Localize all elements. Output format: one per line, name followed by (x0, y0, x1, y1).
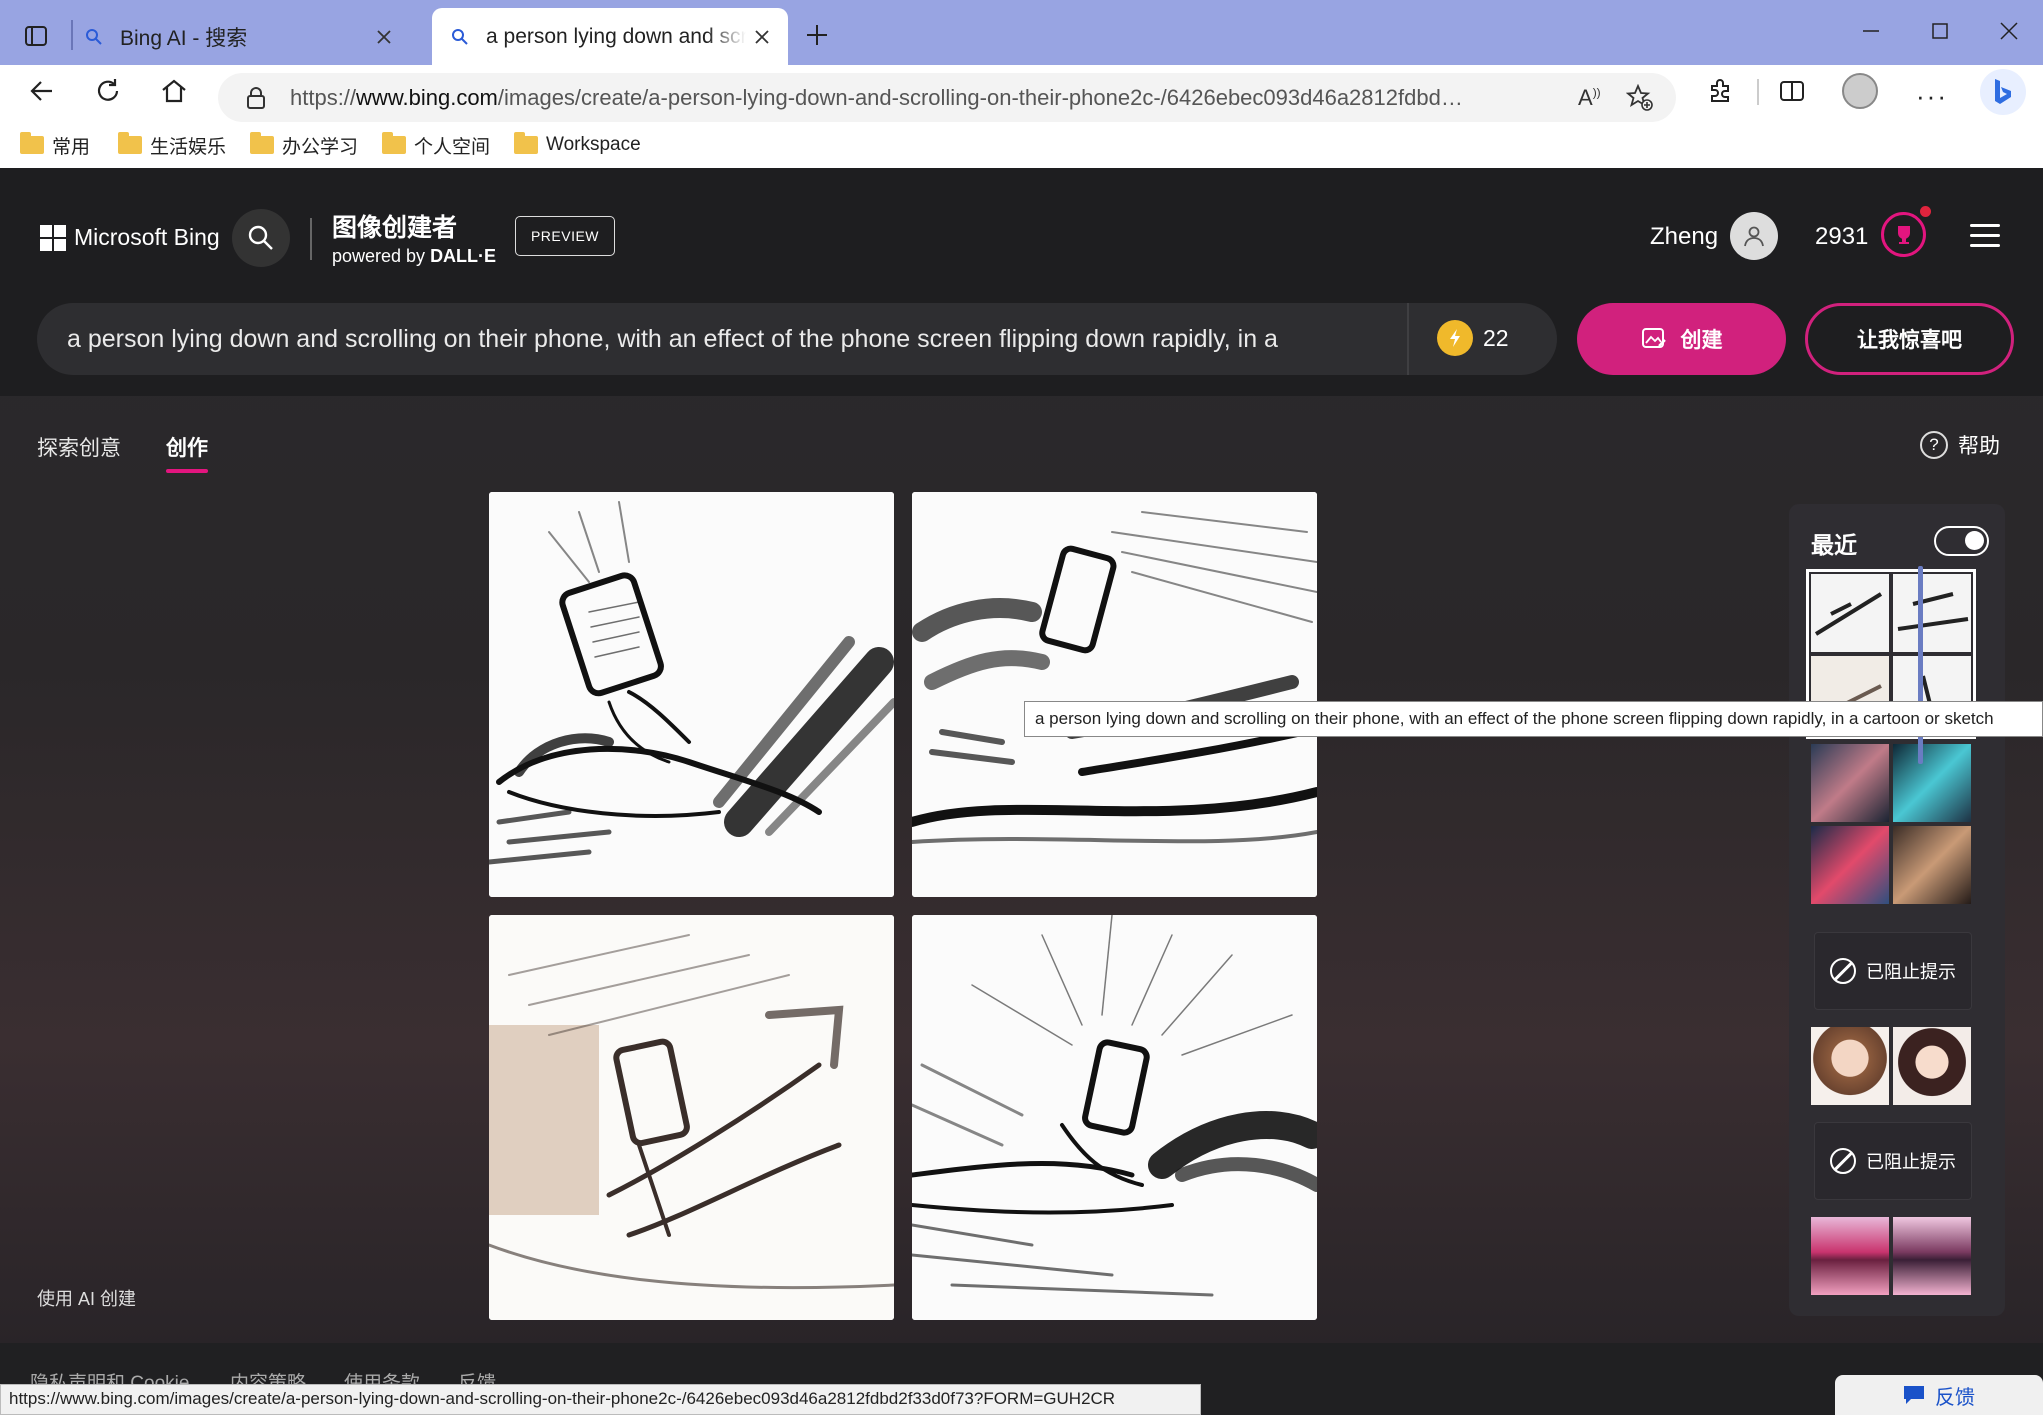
generated-image-4[interactable] (912, 915, 1317, 1320)
page-title: 图像创建者 powered by DALL·E (332, 214, 497, 266)
rewards-points[interactable]: 2931 (1815, 223, 1868, 251)
search-icon (248, 225, 273, 250)
generated-image-1[interactable] (489, 492, 894, 897)
browser-tab-strip: Bing AI - 搜索 a person lying down and scr… (0, 0, 2043, 73)
blocked-prompt-card[interactable]: 已阻止提示 (1814, 932, 1972, 1010)
window-close-icon[interactable] (2000, 22, 2018, 40)
recent-thumbnail (1893, 744, 1971, 822)
blocked-prompt-card[interactable]: 已阻止提示 (1814, 1122, 1972, 1200)
url-text[interactable]: https://www.bing.com/images/create/a-per… (290, 85, 1470, 111)
create-button[interactable]: 创建 (1577, 303, 1786, 375)
search-icon (452, 28, 468, 45)
close-icon[interactable] (376, 29, 392, 45)
recent-thumbnail (1811, 1217, 1889, 1295)
bing-chat-icon[interactable] (1980, 69, 2026, 115)
folder-icon (382, 132, 406, 154)
browser-toolbar: https://www.bing.com/images/create/a-per… (0, 65, 2043, 178)
prompt-text[interactable]: a person lying down and scrolling on the… (67, 325, 1367, 354)
notification-dot (1920, 206, 1931, 217)
folder-icon (514, 132, 538, 154)
person-icon (1744, 226, 1764, 247)
recent-thumbnail (1893, 1217, 1971, 1295)
search-button[interactable] (232, 209, 290, 267)
folder-icon (118, 132, 142, 154)
recent-sidebar: 最近 已阻止提示 已阻止提示 (1789, 504, 2005, 1316)
microsoft-bing-logo[interactable]: Microsoft Bing (40, 224, 220, 251)
blocked-icon (1830, 1148, 1856, 1174)
maximize-icon[interactable] (1931, 22, 1949, 40)
tab-current[interactable]: a person lying down and scrolling (432, 8, 788, 65)
address-bar[interactable]: https://www.bing.com/images/create/a-per… (218, 73, 1676, 122)
feedback-icon (1904, 1386, 1924, 1404)
boost-coin-icon (1437, 320, 1473, 356)
prompt-tooltip: a person lying down and scrolling on the… (1024, 701, 2043, 737)
rewards-trophy-icon[interactable] (1881, 212, 1926, 257)
recent-thumbnail-group[interactable] (1811, 744, 1971, 904)
boost-counter: 22 (1437, 320, 1509, 356)
surprise-me-button[interactable]: 让我惊喜吧 (1805, 303, 2014, 375)
recent-title: 最近 (1811, 532, 1857, 558)
search-icon (86, 28, 102, 45)
hamburger-menu-icon[interactable] (1970, 224, 2000, 254)
recent-toggle[interactable] (1934, 526, 1989, 556)
more-icon[interactable]: ··· (1916, 81, 1948, 112)
image-create-icon (1641, 328, 1666, 348)
active-tab-indicator (166, 469, 208, 473)
recent-thumbnail (1811, 1027, 1889, 1105)
recent-thumbnail (1893, 826, 1971, 904)
back-icon[interactable] (28, 77, 56, 105)
blocked-icon (1830, 958, 1856, 984)
minimize-icon[interactable] (1862, 22, 1880, 40)
help-icon: ? (1920, 431, 1948, 459)
preview-badge: PREVIEW (515, 216, 615, 256)
recent-thumbnail (1811, 744, 1889, 822)
tab-title: Bing AI - 搜索 (120, 26, 248, 50)
bookmark-folder[interactable]: Workspace (514, 127, 641, 163)
split-screen-icon[interactable] (1778, 77, 1806, 105)
user-name[interactable]: Zheng (1650, 223, 1718, 251)
close-icon[interactable] (754, 29, 770, 45)
help-link[interactable]: ? 帮助 (1920, 430, 2000, 460)
recent-thumbnail (1811, 826, 1889, 904)
new-tab-icon[interactable] (806, 24, 828, 46)
tab-creations[interactable]: 创作 (166, 432, 208, 462)
tab-bing-ai[interactable]: Bing AI - 搜索 (84, 8, 424, 65)
tab-explore[interactable]: 探索创意 (37, 432, 121, 462)
ai-note: 使用 AI 创建 (37, 1289, 137, 1309)
home-icon[interactable] (160, 77, 188, 105)
add-favorite-icon[interactable] (1626, 84, 1654, 112)
read-aloud-icon[interactable]: A)) (1578, 85, 1601, 111)
recent-thumbnail (1811, 574, 1889, 652)
tab-actions-icon[interactable] (24, 24, 48, 48)
tab-title: a person lying down and scrolling (486, 24, 746, 48)
extensions-icon[interactable] (1706, 77, 1734, 105)
refresh-icon[interactable] (94, 77, 122, 105)
folder-icon (20, 132, 44, 154)
site-header: Microsoft Bing 图像创建者 powered by DALL·E P… (0, 168, 2043, 396)
folder-icon (250, 132, 274, 154)
bing-image-creator-page: Microsoft Bing 图像创建者 powered by DALL·E P… (0, 168, 2043, 1415)
bookmark-folder[interactable]: 办公学习 (250, 127, 358, 163)
recent-thumbnail-group[interactable] (1811, 1217, 1971, 1316)
bookmark-folder[interactable]: 常用 (20, 127, 90, 163)
bookmark-folder[interactable]: 个人空间 (382, 127, 490, 163)
bookmark-folder[interactable]: 生活娱乐 (118, 127, 226, 163)
generated-image-2[interactable] (912, 492, 1317, 897)
lock-icon[interactable] (246, 86, 266, 110)
windows-logo-icon (40, 224, 66, 251)
recent-thumbnail (1893, 1027, 1971, 1105)
status-bar-url: https://www.bing.com/images/create/a-per… (0, 1384, 1201, 1415)
recent-thumbnail (1893, 574, 1971, 652)
generated-image-3[interactable] (489, 915, 894, 1320)
prompt-input[interactable]: a person lying down and scrolling on the… (37, 303, 1557, 375)
feedback-button[interactable]: 反馈 (1835, 1375, 2043, 1415)
profile-avatar[interactable] (1842, 73, 1878, 109)
user-avatar[interactable] (1730, 212, 1778, 260)
